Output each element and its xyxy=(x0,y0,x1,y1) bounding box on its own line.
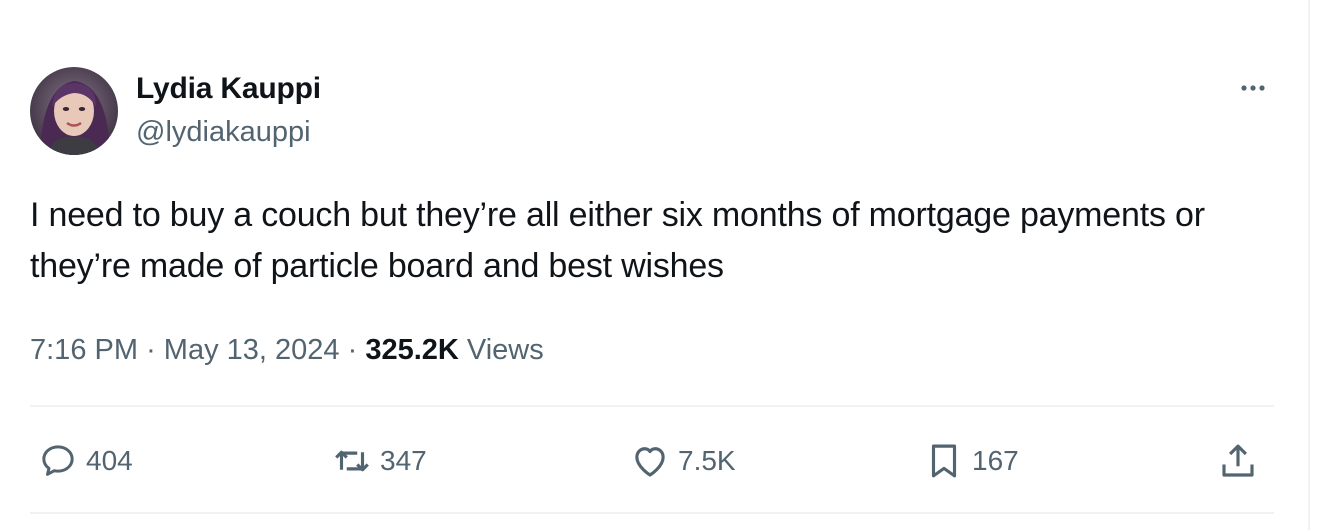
divider-bottom xyxy=(30,512,1274,514)
reply-button[interactable]: 404 xyxy=(36,436,133,486)
share-button[interactable] xyxy=(1216,436,1260,486)
divider-top xyxy=(30,405,1274,407)
avatar[interactable] xyxy=(30,67,118,155)
bookmark-count: 167 xyxy=(972,445,1019,476)
views-count[interactable]: 325.2K xyxy=(365,334,459,366)
views-label: Views xyxy=(466,334,544,366)
right-border xyxy=(1308,0,1310,530)
like-button[interactable]: 7.5K xyxy=(628,436,736,486)
repost-count: 347 xyxy=(380,445,427,476)
avatar-image xyxy=(30,67,118,155)
tweet-page: Lydia Kauppi @lydiakauppi I need to buy … xyxy=(0,0,1318,530)
bookmark-button[interactable]: 167 xyxy=(922,436,1019,486)
tweet-date[interactable]: May 13, 2024 xyxy=(164,334,340,366)
tweet-meta: 7:16 PM · May 13, 2024 · 325.2K Views xyxy=(30,330,544,370)
tweet-time[interactable]: 7:16 PM xyxy=(30,334,138,366)
author-display-name[interactable]: Lydia Kauppi xyxy=(136,71,321,107)
meta-separator: · xyxy=(146,334,156,366)
author-handle[interactable]: @lydiakauppi xyxy=(136,114,311,150)
reply-bubble-icon xyxy=(36,439,80,483)
repost-arrows-icon xyxy=(330,439,374,483)
more-dots-icon xyxy=(1241,85,1265,91)
more-options-button[interactable] xyxy=(1234,78,1274,98)
tweet-text: I need to buy a couch but they’re all ei… xyxy=(30,196,1205,285)
share-upload-icon xyxy=(1216,439,1260,483)
bookmark-icon xyxy=(922,439,966,483)
reply-count: 404 xyxy=(86,445,133,476)
like-count: 7.5K xyxy=(678,445,736,476)
repost-button[interactable]: 347 xyxy=(330,436,427,486)
heart-icon xyxy=(628,439,672,483)
meta-separator: · xyxy=(347,334,358,366)
